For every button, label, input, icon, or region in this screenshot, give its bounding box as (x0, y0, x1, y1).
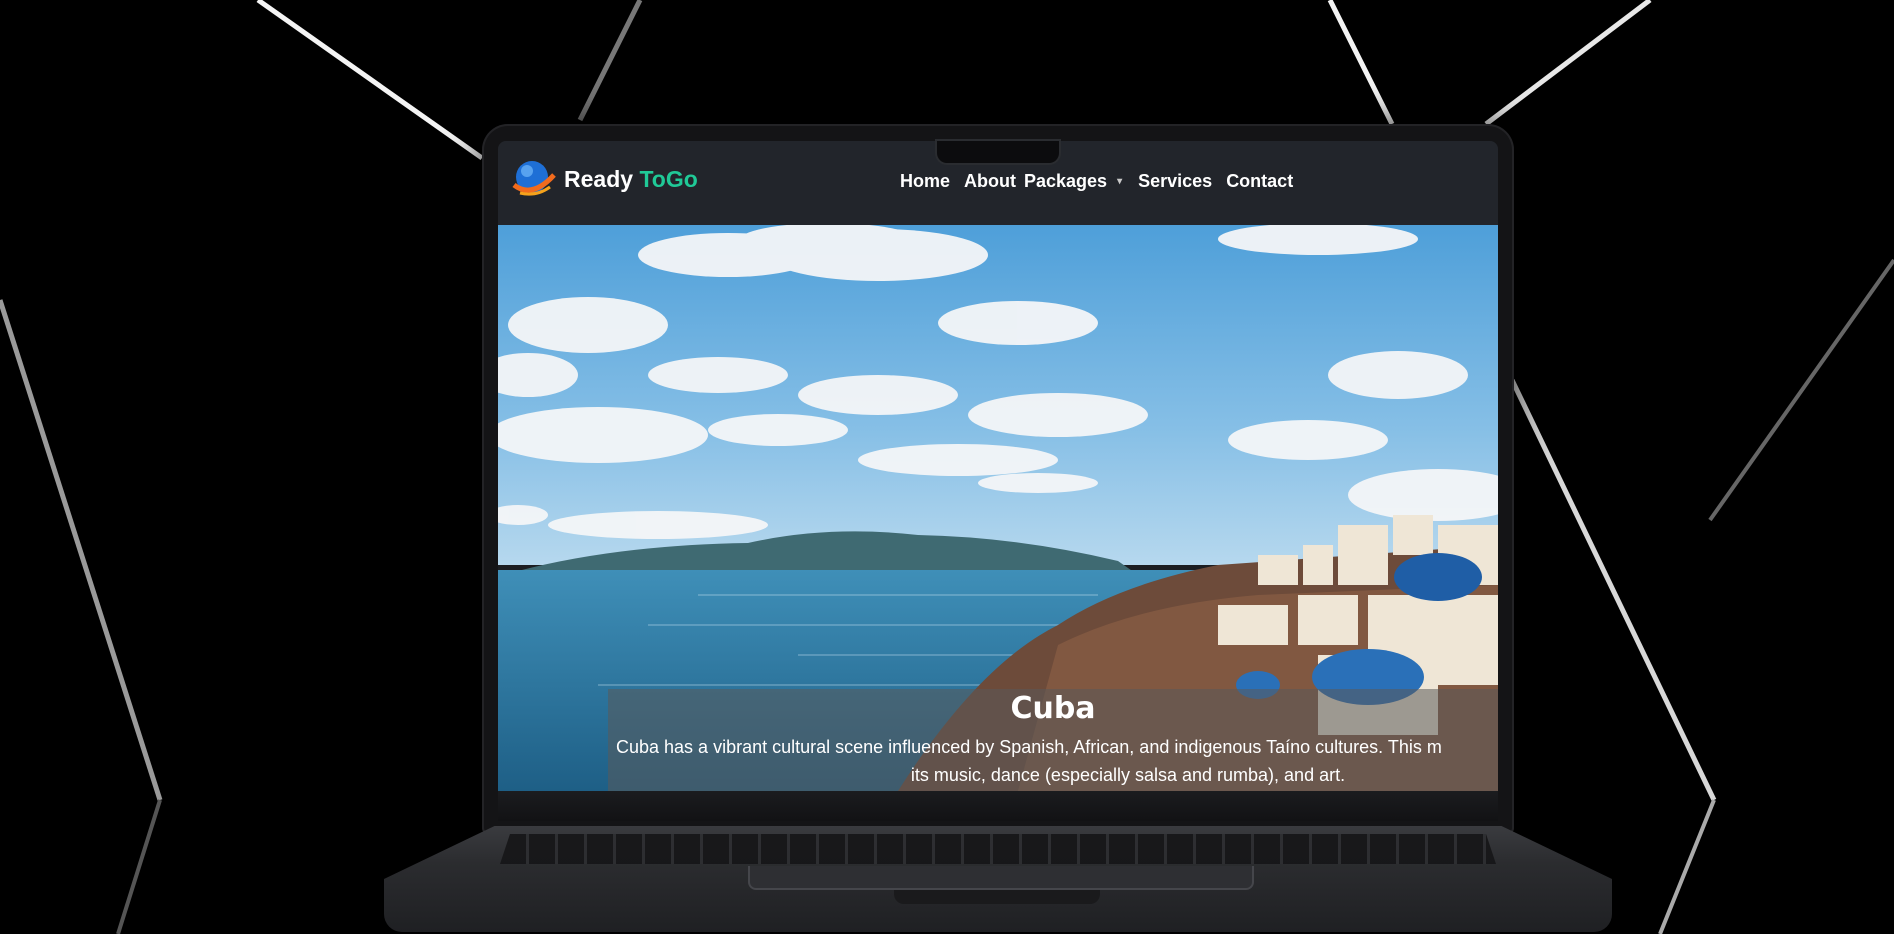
camera-notch (937, 141, 1059, 163)
brand-primary: Ready (564, 165, 634, 192)
keyboard (500, 834, 1496, 864)
trackpad (748, 866, 1254, 890)
laptop-hinge (894, 890, 1100, 904)
nav-packages-dropdown[interactable]: Packages ▾ (1024, 171, 1122, 192)
nav-home[interactable]: Home (900, 171, 950, 192)
laptop-screen: Ready ToGo Home About Packages ▾ Service… (498, 141, 1498, 791)
hero-description-line1: Cuba has a vibrant cultural scene influe… (616, 737, 1442, 757)
chevron-down-icon: ▾ (1117, 176, 1123, 187)
hero-banner: Cuba Cuba has a vibrant cultural scene i… (498, 225, 1498, 791)
brand-name: Ready ToGo (564, 166, 698, 193)
hero-title: Cuba (1010, 691, 1096, 726)
globe-logo-icon (512, 159, 556, 199)
nav-services[interactable]: Services (1138, 171, 1212, 192)
nav-packages: Packages (1024, 171, 1108, 191)
brand-accent: ToGo (639, 165, 698, 192)
hero-description: Cuba has a vibrant cultural scene influe… (608, 733, 1498, 785)
laptop-chin (498, 791, 1498, 821)
brand-logo[interactable]: Ready ToGo (512, 159, 698, 199)
nav-menu: Home About Packages ▾ Services Contact (900, 171, 1293, 192)
nav-contact[interactable]: Contact (1226, 171, 1293, 192)
hero-caption: Cuba Cuba has a vibrant cultural scene i… (608, 689, 1498, 791)
nav-about[interactable]: About (964, 171, 1016, 192)
hero-description-line2: its music, dance (especially salsa and r… (910, 765, 1346, 785)
